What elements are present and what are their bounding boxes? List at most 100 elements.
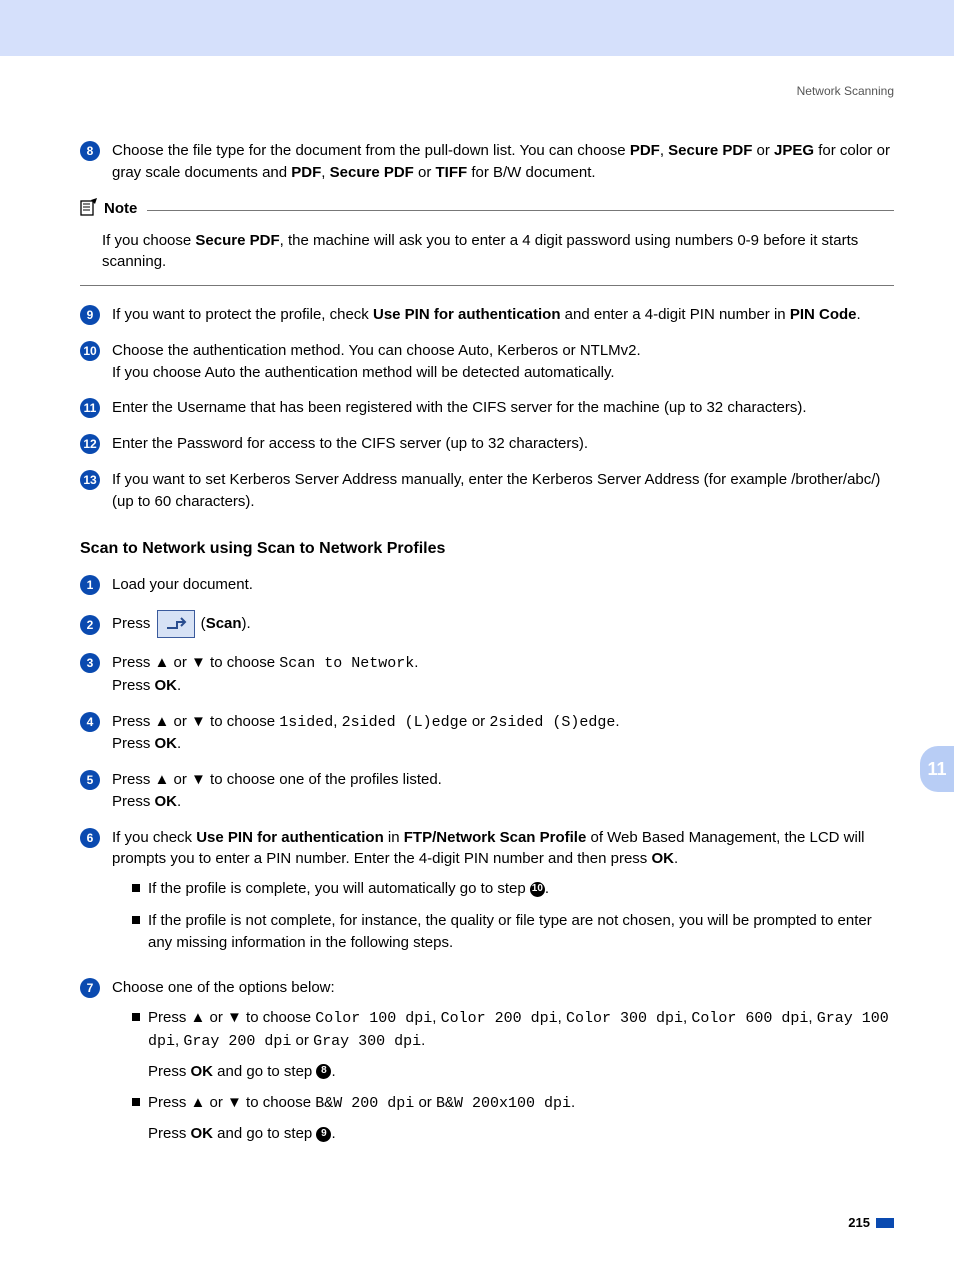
text: Press	[148, 1063, 191, 1080]
bold: FTP/Network Scan Profile	[404, 829, 587, 846]
step-body: If you want to set Kerberos Server Addre…	[112, 469, 894, 513]
text: or	[414, 164, 436, 181]
square-bullet-icon	[132, 1013, 140, 1021]
text: .	[331, 1063, 335, 1080]
text: ,	[333, 713, 341, 730]
step-10: 10 Choose the authentication method. You…	[80, 340, 894, 384]
step-body: Press (Scan).	[112, 610, 894, 638]
text: Press ▲ or ▼ to choose	[112, 713, 279, 730]
top-band	[0, 0, 954, 56]
text: or	[752, 142, 774, 159]
bold: Secure PDF	[668, 142, 752, 159]
sub-text: Press ▲ or ▼ to choose Color 100 dpi, Co…	[148, 1007, 894, 1082]
step-body: Choose one of the options below: Press ▲…	[112, 977, 894, 1155]
bold: JPEG	[774, 142, 814, 159]
step-bullet: 11	[80, 398, 100, 418]
bold: Scan	[206, 615, 242, 632]
square-bullet-icon	[132, 1098, 140, 1106]
text: .	[857, 306, 861, 323]
step-bullet: 10	[80, 341, 100, 361]
note-label: Note	[104, 200, 137, 217]
text: .	[177, 793, 181, 810]
sub-text: If the profile is not complete, for inst…	[148, 910, 894, 954]
step-b3: 3 Press ▲ or ▼ to choose Scan to Network…	[80, 652, 894, 697]
step-b2: 2 Press (Scan).	[80, 610, 894, 638]
step-bullet: 8	[80, 141, 100, 161]
text: Press ▲ or ▼ to choose	[112, 654, 279, 671]
sub-item: If the profile is complete, you will aut…	[132, 878, 894, 900]
text: If you check	[112, 829, 196, 846]
note-rule	[147, 210, 894, 211]
sub-list: Press ▲ or ▼ to choose Color 100 dpi, Co…	[132, 1007, 894, 1145]
text: or	[291, 1032, 313, 1049]
step-bullet: 7	[80, 978, 100, 998]
step-bullet: 4	[80, 712, 100, 732]
text: If you want to protect the profile, chec…	[112, 306, 373, 323]
bold: OK	[651, 850, 674, 867]
bold: OK	[155, 735, 178, 752]
mono: Scan to Network	[279, 655, 414, 672]
text: .	[331, 1125, 335, 1142]
text: Choose the authentication method. You ca…	[112, 342, 641, 359]
mono: Color 100 dpi	[315, 1010, 432, 1027]
step-ref-icon: 8	[316, 1064, 331, 1079]
page-footer: 215	[80, 1215, 894, 1230]
text: If you choose	[102, 232, 195, 249]
mono: Color 300 dpi	[566, 1010, 683, 1027]
step-9: 9 If you want to protect the profile, ch…	[80, 304, 894, 326]
sub-item: Press ▲ or ▼ to choose Color 100 dpi, Co…	[132, 1007, 894, 1082]
step-b4: 4 Press ▲ or ▼ to choose 1sided, 2sided …	[80, 711, 894, 756]
text: and enter a 4-digit PIN number in	[561, 306, 790, 323]
text: or	[414, 1094, 436, 1111]
text: If you choose Auto the authentication me…	[112, 364, 615, 381]
mono: 1sided	[279, 714, 333, 731]
bold: PDF	[291, 164, 321, 181]
step-body: Press ▲ or ▼ to choose 1sided, 2sided (L…	[112, 711, 894, 756]
step-bullet: 5	[80, 770, 100, 790]
bold: OK	[191, 1125, 214, 1142]
text: and go to step	[213, 1125, 316, 1142]
text: Press	[112, 615, 155, 632]
text: and go to step	[213, 1063, 316, 1080]
text: ,	[808, 1009, 816, 1026]
note-body: If you choose Secure PDF, the machine wi…	[80, 226, 894, 287]
step-body: Enter the Username that has been registe…	[112, 397, 894, 419]
step-body: Press ▲ or ▼ to choose one of the profil…	[112, 769, 894, 813]
bold: OK	[155, 793, 178, 810]
text: ,	[432, 1009, 440, 1026]
sub-item: If the profile is not complete, for inst…	[132, 910, 894, 954]
sub-text: If the profile is complete, you will aut…	[148, 878, 549, 900]
bold: TIFF	[436, 164, 468, 181]
bold: PDF	[630, 142, 660, 159]
text: ).	[242, 615, 251, 632]
text: ,	[321, 164, 329, 181]
step-bullet: 9	[80, 305, 100, 325]
note-header: Note	[80, 198, 894, 220]
text: Press	[112, 677, 155, 694]
bold: PIN Code	[790, 306, 857, 323]
text: Press	[112, 793, 155, 810]
step-8: 8 Choose the file type for the document …	[80, 140, 894, 184]
square-bullet-icon	[132, 916, 140, 924]
step-12: 12 Enter the Password for access to the …	[80, 433, 894, 455]
mono: B&W 200x100 dpi	[436, 1095, 571, 1112]
step-bullet: 12	[80, 434, 100, 454]
text: Choose one of the options below:	[112, 979, 335, 996]
bold: Use PIN for authentication	[196, 829, 384, 846]
bold: OK	[191, 1063, 214, 1080]
page-header-section: Network Scanning	[80, 84, 894, 98]
page-content: Network Scanning 8 Choose the file type …	[0, 56, 954, 1270]
text: Press ▲ or ▼ to choose	[148, 1009, 315, 1026]
mono: 2sided (L)edge	[342, 714, 468, 731]
text: Press	[112, 735, 155, 752]
note-icon	[80, 198, 98, 220]
text: .	[615, 713, 619, 730]
text: Press ▲ or ▼ to choose	[148, 1094, 315, 1111]
text: Choose the file type for the document fr…	[112, 142, 630, 159]
footer-bar-icon	[876, 1218, 894, 1228]
step-ref-icon: 10	[530, 882, 545, 897]
note-box: Note If you choose Secure PDF, the machi…	[80, 198, 894, 287]
text: .	[177, 677, 181, 694]
step-bullet: 1	[80, 575, 100, 595]
step-body: If you want to protect the profile, chec…	[112, 304, 894, 326]
